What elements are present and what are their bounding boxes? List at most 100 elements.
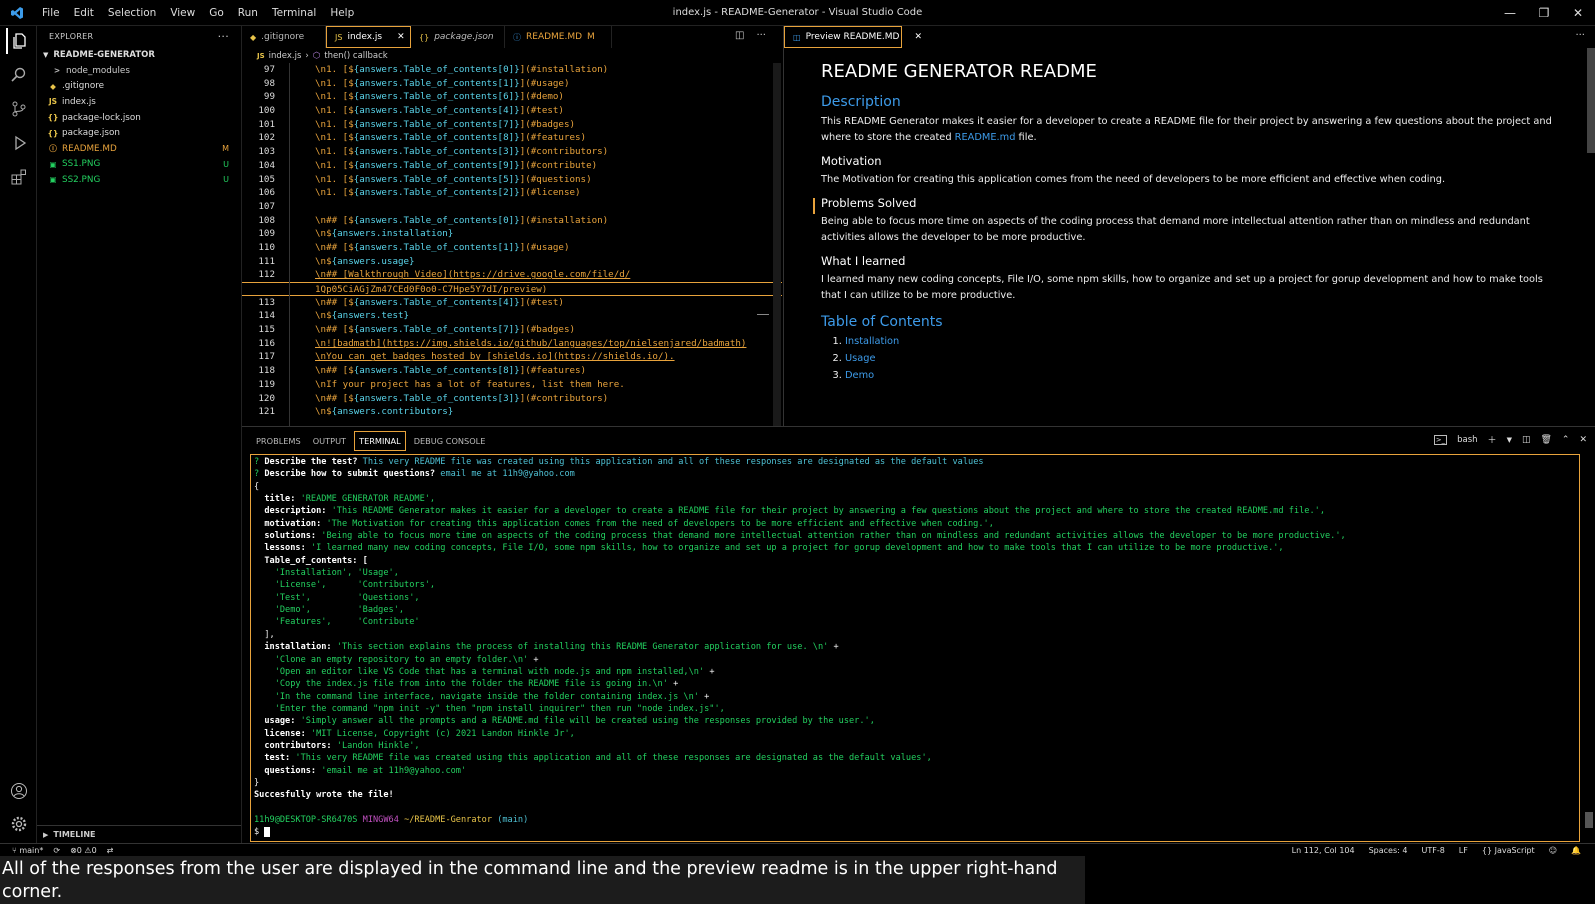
- tab-package-json[interactable]: {} package.json: [411, 26, 505, 48]
- preview-scrollbar[interactable]: [1587, 48, 1595, 153]
- editor-scrollbar[interactable]: [773, 63, 781, 426]
- menu-item-help[interactable]: Help: [324, 7, 360, 19]
- run-debug-icon[interactable]: [6, 130, 32, 156]
- terminal-output[interactable]: ? Describe the test? This very README fi…: [250, 454, 1580, 842]
- close-tab-icon[interactable]: ✕: [915, 32, 923, 42]
- code-line: 99 \n1. [${answers.Table_of_contents[6]}]…: [242, 90, 782, 104]
- terminal-segment: 'README GENERATOR README',: [300, 494, 436, 505]
- menu-item-edit[interactable]: Edit: [68, 7, 100, 19]
- tab--gitignore[interactable]: ◆ .gitignore: [242, 26, 326, 48]
- tree-item-package-json[interactable]: {} package.json: [37, 125, 241, 141]
- file-icon: JS: [48, 97, 58, 107]
- caption-background: [1085, 856, 1595, 904]
- menu-item-run[interactable]: Run: [232, 7, 264, 19]
- split-terminal-icon[interactable]: ◫: [1522, 435, 1531, 445]
- terminal-line: ? Describe the test? This very README fi…: [251, 456, 1579, 468]
- close-icon[interactable]: ✕: [1561, 0, 1595, 26]
- code-text-variable: {answers.Table_of_contents[0]}: [353, 64, 520, 75]
- panel-tab-debug-console[interactable]: DEBUG CONSOLE: [410, 432, 490, 450]
- status-item[interactable]: LF: [1459, 846, 1468, 855]
- toc-link-installation[interactable]: Installation: [845, 336, 899, 347]
- extensions-icon[interactable]: [6, 164, 32, 190]
- tab-index-js[interactable]: JS index.js ✕: [326, 26, 411, 48]
- description-heading: Description: [821, 94, 901, 110]
- menu-item-file[interactable]: File: [36, 7, 66, 19]
- terminal-icon: >_: [1433, 434, 1448, 445]
- tree-item-ss1-png[interactable]: ▣ SS1.PNG U: [37, 157, 241, 173]
- notifications-bell-icon[interactable]: 🔔: [1571, 846, 1581, 855]
- readme-link[interactable]: README.md: [955, 132, 1016, 143]
- terminal-segment: 'License', 'Contributors',: [254, 580, 436, 591]
- editor-tabs-left: ◆ .gitignore JS index.js ✕ {} package.json ⓘ REA…: [242, 26, 782, 48]
- tree-item-readme-md[interactable]: ⓘ README.MD M: [37, 141, 241, 157]
- toc-link-demo[interactable]: Demo: [845, 370, 874, 381]
- status-item[interactable]: UTF-8: [1421, 846, 1444, 855]
- code-text: \n1. [${answers.Table_of_contents[4]}](#…: [315, 104, 564, 118]
- code-line: 98 \n1. [${answers.Table_of_contents[1]}]…: [242, 77, 782, 91]
- terminal-segment: email me at 11h9@yahoo.com: [440, 469, 575, 480]
- learned-heading: What I learned: [821, 254, 906, 268]
- feedback-icon[interactable]: ☺: [1549, 846, 1557, 855]
- account-icon[interactable]: [6, 778, 32, 804]
- close-tab-icon[interactable]: ✕: [397, 32, 405, 42]
- gutter-divider: [289, 63, 290, 426]
- maximize-panel-icon[interactable]: ⌃: [1562, 435, 1570, 445]
- terminal-scrollbar[interactable]: [1585, 812, 1593, 828]
- add-terminal-icon[interactable]: ＋: [1488, 433, 1497, 446]
- close-panel-icon[interactable]: ✕: [1579, 435, 1587, 445]
- tree-item-label: SS1.PNG: [62, 159, 101, 170]
- problems-item[interactable]: ⊗0 ⚠0: [70, 846, 97, 855]
- terminal-line: }: [251, 777, 1579, 789]
- tree-item-index-js[interactable]: JS index.js: [37, 94, 241, 110]
- tree-item-package-lock-json[interactable]: {} package-lock.json: [37, 110, 241, 126]
- status-item[interactable]: Spaces: 4: [1369, 846, 1408, 855]
- minimize-icon[interactable]: —: [1493, 0, 1527, 26]
- tab-preview-readme-md[interactable]: ◫ Preview README.MD ✕: [784, 26, 922, 48]
- line-number: 99: [263, 91, 275, 103]
- tree-item-ss2-png[interactable]: ▣ SS2.PNG U: [37, 172, 241, 188]
- code-text: \n1. [${answers.Table_of_contents[3]}](#…: [315, 145, 608, 159]
- panel-tab-output[interactable]: OUTPUT: [309, 432, 350, 450]
- code-text: \n1. [${answers.Table_of_contents[2]}](#…: [315, 186, 581, 200]
- panel-tab-problems[interactable]: PROBLEMS: [252, 432, 305, 450]
- more-actions-icon[interactable]: ···: [218, 30, 229, 43]
- motivation-text: The Motivation for creating this applica…: [821, 174, 1446, 185]
- line-number: 109: [258, 228, 275, 240]
- search-icon[interactable]: [6, 62, 32, 88]
- terminal-line: 'Open an editor like VS Code that has a …: [251, 666, 1579, 678]
- tree-item--gitignore[interactable]: ◆ .gitignore: [37, 79, 241, 95]
- trash-icon[interactable]: 🗑: [1540, 435, 1551, 445]
- split-editor-icon[interactable]: ◫: [735, 30, 744, 41]
- chevron-down-icon[interactable]: ▼: [1507, 436, 1512, 444]
- learned-text: I learned many new coding concepts, File…: [821, 274, 1543, 301]
- code-editor[interactable]: JS index.js › ⬡ then() callback 97 \n1. […: [242, 48, 782, 426]
- panel-tab-terminal[interactable]: TERMINAL: [354, 430, 406, 451]
- tab-readme-md[interactable]: ⓘ README.MD M: [505, 26, 612, 48]
- source-control-icon[interactable]: [6, 96, 32, 122]
- tree-item-node-modules[interactable]: > node_modules: [37, 63, 241, 79]
- toc-link-usage[interactable]: Usage: [845, 353, 876, 364]
- terminal-segment: This very README file was created using …: [362, 457, 984, 467]
- code-text: \n![badmath](https://img.shields.io/gith…: [315, 337, 746, 351]
- preview-icon: ◫: [793, 32, 801, 42]
- settings-gear-icon[interactable]: [6, 811, 32, 837]
- live-share-icon[interactable]: ⇄: [107, 846, 114, 855]
- menu-item-view[interactable]: View: [164, 7, 201, 19]
- status-item[interactable]: {} JavaScript: [1482, 846, 1535, 855]
- file-icon: ▣: [49, 175, 57, 185]
- preview-more-icon[interactable]: ···: [1575, 30, 1585, 41]
- sync-icon[interactable]: ⟳: [53, 846, 60, 855]
- code-text: \n${answers.contributors}: [315, 405, 453, 419]
- explorer-icon[interactable]: [6, 28, 32, 54]
- preview-title: README GENERATOR README: [821, 61, 1097, 82]
- timeline-section[interactable]: ▶ TIMELINE: [37, 825, 241, 843]
- more-actions-icon[interactable]: ···: [756, 30, 766, 41]
- menu-item-go[interactable]: Go: [203, 7, 230, 19]
- menu-item-selection[interactable]: Selection: [102, 7, 162, 19]
- branch-item[interactable]: ⑂ main*: [12, 846, 43, 855]
- workspace-root[interactable]: ▼ README-GENERATOR: [37, 46, 241, 63]
- menu-item-terminal[interactable]: Terminal: [266, 7, 322, 19]
- restore-icon[interactable]: ❐: [1527, 0, 1561, 26]
- caption: All of the responses from the user are d…: [0, 856, 1085, 904]
- status-item[interactable]: Ln 112, Col 104: [1292, 846, 1355, 855]
